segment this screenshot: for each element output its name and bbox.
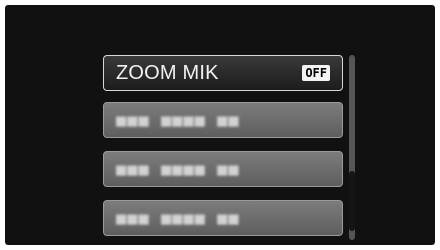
menu-item-label: ■■■ ■■■■ ■■ — [116, 111, 240, 131]
off-value-badge: OFF — [302, 65, 330, 81]
menu-screen: ZOOM MIK OFF ■■■ ■■■■ ■■ ■■■ ■■■■ ■■ ■■■… — [5, 5, 435, 245]
scrollbar-thumb[interactable] — [349, 171, 355, 231]
scrollbar-track[interactable] — [349, 55, 355, 240]
menu-item-zoom-mic[interactable]: ZOOM MIK OFF — [103, 55, 343, 91]
menu-item-label: ■■■ ■■■■ ■■ — [116, 209, 240, 229]
menu-item-4[interactable]: ■■■ ■■■■ ■■ — [103, 200, 343, 236]
menu-item-2[interactable]: ■■■ ■■■■ ■■ — [103, 102, 343, 138]
menu-item-label: ZOOM MIK — [116, 62, 219, 84]
menu-item-3[interactable]: ■■■ ■■■■ ■■ — [103, 151, 343, 187]
menu-item-label: ■■■ ■■■■ ■■ — [116, 160, 240, 180]
